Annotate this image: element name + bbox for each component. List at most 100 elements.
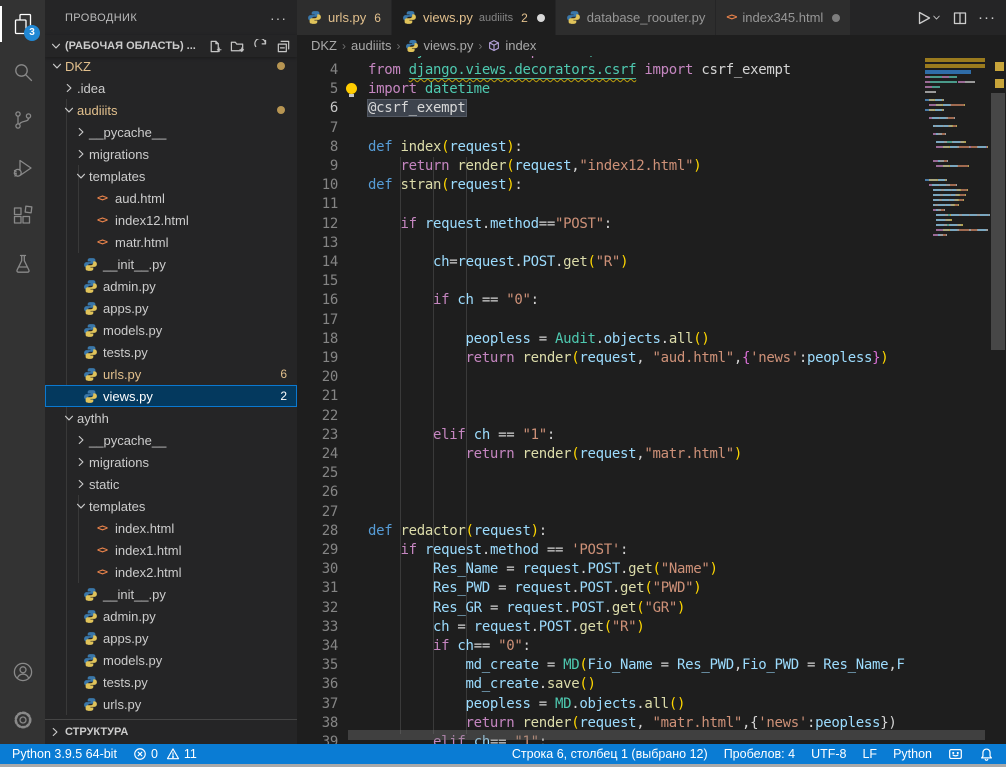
code-line-10[interactable]: 10def stran(request): xyxy=(297,176,1006,196)
vertical-scrollbar[interactable] xyxy=(990,56,1006,744)
workspace-section-header[interactable]: (РАБОЧАЯ ОБЛАСТЬ) ... xyxy=(45,35,297,57)
more-actions-button[interactable]: ··· xyxy=(978,9,996,26)
tree-item-tests.py[interactable]: tests.py xyxy=(45,671,297,693)
breadcrumb-DKZ[interactable]: DKZ xyxy=(311,38,337,53)
tree-item-apps.py[interactable]: apps.py xyxy=(45,627,297,649)
code-editor[interactable]: 3from aythh.models import MD,Audit4from … xyxy=(297,56,1006,744)
status-problems[interactable]: 011 xyxy=(133,747,197,761)
code-line-11[interactable]: 11 xyxy=(297,195,1006,215)
code-line-22[interactable]: 22 xyxy=(297,407,1006,427)
activity-search-button[interactable] xyxy=(0,48,45,96)
code-line-31[interactable]: 31 Res_PWD = request.POST.get("PWD") xyxy=(297,579,1006,599)
tree-item-apps.py[interactable]: apps.py xyxy=(45,297,297,319)
tree-item-urls.py[interactable]: urls.py6 xyxy=(45,363,297,385)
activity-testing-button[interactable] xyxy=(0,240,45,288)
run-python-file-button[interactable] xyxy=(915,10,942,26)
status-python-version[interactable]: Python 3.9.5 64-bit xyxy=(12,747,117,761)
tab-urls.py[interactable]: urls.py6 xyxy=(297,0,392,35)
code-line-23[interactable]: 23 elif ch == "1": xyxy=(297,426,1006,446)
tree-item-aud.html[interactable]: <>aud.html xyxy=(45,187,297,209)
code-line-15[interactable]: 15 xyxy=(297,272,1006,292)
tree-item-urls.py[interactable]: urls.py xyxy=(45,693,297,715)
vertical-scrollbar-thumb[interactable] xyxy=(991,93,1005,350)
tree-item-aythh[interactable]: aythh xyxy=(45,407,297,429)
outline-section-header[interactable]: СТРУКТУРА xyxy=(45,719,297,744)
tree-item-audiiits[interactable]: audiiits xyxy=(45,99,297,121)
tree-item-static[interactable]: static xyxy=(45,473,297,495)
code-line-16[interactable]: 16 if ch == "0": xyxy=(297,291,1006,311)
new-folder-button[interactable] xyxy=(230,39,245,54)
tab-views.py[interactable]: views.pyaudiiits2 xyxy=(392,0,556,35)
tree-item-index12.html[interactable]: <>index12.html xyxy=(45,209,297,231)
code-line-13[interactable]: 13 xyxy=(297,234,1006,254)
code-line-37[interactable]: 37 peopless = MD.objects.all() xyxy=(297,695,1006,715)
code-line-26[interactable]: 26 xyxy=(297,483,1006,503)
tree-item-views.py[interactable]: views.py2 xyxy=(45,385,297,407)
tree-item-index2.html[interactable]: <>index2.html xyxy=(45,561,297,583)
code-line-5[interactable]: 5import datetime xyxy=(297,80,1006,100)
tree-item-__init__.py[interactable]: __init__.py xyxy=(45,583,297,605)
status-indentation[interactable]: Пробелов: 4 xyxy=(724,747,795,761)
breadcrumb-audiiits[interactable]: audiiits xyxy=(351,38,391,53)
tree-item-DKZ[interactable]: DKZ xyxy=(45,55,297,77)
code-line-12[interactable]: 12 if request.method=="POST": xyxy=(297,215,1006,235)
tree-item-models.py[interactable]: models.py xyxy=(45,649,297,671)
tree-item-models.py[interactable]: models.py xyxy=(45,319,297,341)
code-line-32[interactable]: 32 Res_GR = request.POST.get("GR") xyxy=(297,599,1006,619)
breadcrumb-views.py[interactable]: views.py xyxy=(405,38,473,53)
collapse-all-button[interactable] xyxy=(276,39,291,54)
tab-index345.html[interactable]: <>index345.html xyxy=(716,0,851,35)
tree-item-matr.html[interactable]: <>matr.html xyxy=(45,231,297,253)
code-line-24[interactable]: 24 return render(request,"matr.html") xyxy=(297,445,1006,465)
code-line-21[interactable]: 21 xyxy=(297,387,1006,407)
code-line-17[interactable]: 17 xyxy=(297,311,1006,331)
status-encoding[interactable]: UTF-8 xyxy=(811,747,846,761)
code-line-35[interactable]: 35 md_create = MD(Fio_Name = Res_PWD,Fio… xyxy=(297,656,1006,676)
code-line-30[interactable]: 30 Res_Name = request.POST.get("Name") xyxy=(297,560,1006,580)
refresh-button[interactable] xyxy=(253,39,268,54)
tree-item-__pycache__[interactable]: __pycache__ xyxy=(45,121,297,143)
tree-item-templates[interactable]: templates xyxy=(45,495,297,517)
code-line-14[interactable]: 14 ch=request.POST.get("R") xyxy=(297,253,1006,273)
dirty-dot-icon[interactable] xyxy=(537,14,545,22)
code-line-20[interactable]: 20 xyxy=(297,368,1006,388)
code-line-18[interactable]: 18 peopless = Audit.objects.all() xyxy=(297,330,1006,350)
activity-explorer-button[interactable]: 3 xyxy=(0,0,45,48)
code-line-25[interactable]: 25 xyxy=(297,464,1006,484)
dirty-dot-icon[interactable] xyxy=(832,14,840,22)
code-line-6[interactable]: 6@csrf_exempt xyxy=(297,99,1006,119)
split-editor-button[interactable] xyxy=(952,10,968,26)
code-line-7[interactable]: 7 xyxy=(297,119,1006,139)
status-language[interactable]: Python xyxy=(893,747,932,761)
horizontal-scrollbar[interactable] xyxy=(348,730,985,740)
code-line-29[interactable]: 29 if request.method == 'POST': xyxy=(297,541,1006,561)
tree-item-__pycache__[interactable]: __pycache__ xyxy=(45,429,297,451)
tree-item-.idea[interactable]: .idea xyxy=(45,77,297,99)
activity-source-control-button[interactable] xyxy=(0,96,45,144)
new-file-button[interactable] xyxy=(207,39,222,54)
tree-item-migrations[interactable]: migrations xyxy=(45,451,297,473)
activity-account-button[interactable] xyxy=(0,648,45,696)
tree-item-admin.py[interactable]: admin.py xyxy=(45,275,297,297)
sidebar-more-actions-button[interactable]: ··· xyxy=(270,10,287,26)
breadcrumb-index[interactable]: index xyxy=(487,38,536,53)
code-line-4[interactable]: 4from django.views.decorators.csrf impor… xyxy=(297,61,1006,81)
lightbulb-icon[interactable] xyxy=(345,83,358,98)
tab-database_roouter.py[interactable]: database_roouter.py xyxy=(556,0,717,35)
activity-extensions-button[interactable] xyxy=(0,192,45,240)
tree-item-templates[interactable]: templates xyxy=(45,165,297,187)
code-line-27[interactable]: 27 xyxy=(297,503,1006,523)
code-line-34[interactable]: 34 if ch== "0": xyxy=(297,637,1006,657)
tree-item-tests.py[interactable]: tests.py xyxy=(45,341,297,363)
activity-run-debug-button[interactable] xyxy=(0,144,45,192)
tree-item-index1.html[interactable]: <>index1.html xyxy=(45,539,297,561)
tree-item-admin.py[interactable]: admin.py xyxy=(45,605,297,627)
tree-item-index.html[interactable]: <>index.html xyxy=(45,517,297,539)
code-line-9[interactable]: 9 return render(request,"index12.html") xyxy=(297,157,1006,177)
status-bell-icon[interactable] xyxy=(979,747,994,762)
status-eol[interactable]: LF xyxy=(862,747,877,761)
code-line-8[interactable]: 8def index(request): xyxy=(297,138,1006,158)
activity-settings-button[interactable] xyxy=(0,696,45,744)
status-cursor-position[interactable]: Строка 6, столбец 1 (выбрано 12) xyxy=(512,747,708,761)
code-line-19[interactable]: 19 return render(request, "aud.html",{'n… xyxy=(297,349,1006,369)
